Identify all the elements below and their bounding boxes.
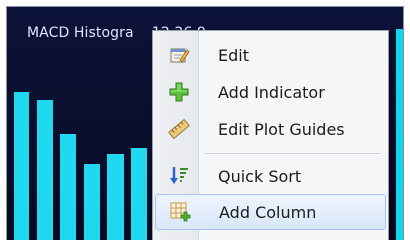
menu-item-add-indicator[interactable]: Add Indicator xyxy=(155,74,386,110)
histogram-bar xyxy=(14,92,29,240)
menu-item-quick-sort[interactable]: Quick Sort xyxy=(155,158,386,194)
menu-item-label: Add Indicator xyxy=(218,82,325,102)
context-menu: Edit Add Indicator Edit Plot Guides Quic… xyxy=(152,30,389,240)
add-column-icon xyxy=(169,201,191,223)
histogram-bar xyxy=(396,29,403,240)
menu-separator xyxy=(205,153,381,155)
menu-item-label: Add Column xyxy=(219,202,317,222)
menu-item-label: Edit xyxy=(218,45,249,65)
chart-title-text: MACD Histogra xyxy=(27,25,134,41)
sort-icon xyxy=(168,165,190,187)
edit-icon xyxy=(168,44,190,66)
histogram-bar xyxy=(60,134,76,240)
histogram-bar xyxy=(131,148,147,240)
histogram-bar xyxy=(107,154,124,240)
window: MACD Histogra 12,26,9 Edit xyxy=(0,0,410,240)
histogram-bar xyxy=(37,100,53,240)
plus-icon xyxy=(168,81,190,103)
menu-item-edit-plot-guides[interactable]: Edit Plot Guides xyxy=(155,111,386,147)
menu-item-label: Quick Sort xyxy=(218,166,302,186)
menu-item-edit[interactable]: Edit xyxy=(155,37,386,73)
ruler-icon xyxy=(168,118,190,140)
menu-item-label: Edit Plot Guides xyxy=(218,119,345,139)
menu-item-add-column[interactable]: Add Column xyxy=(155,194,386,230)
histogram-bar xyxy=(84,164,100,240)
